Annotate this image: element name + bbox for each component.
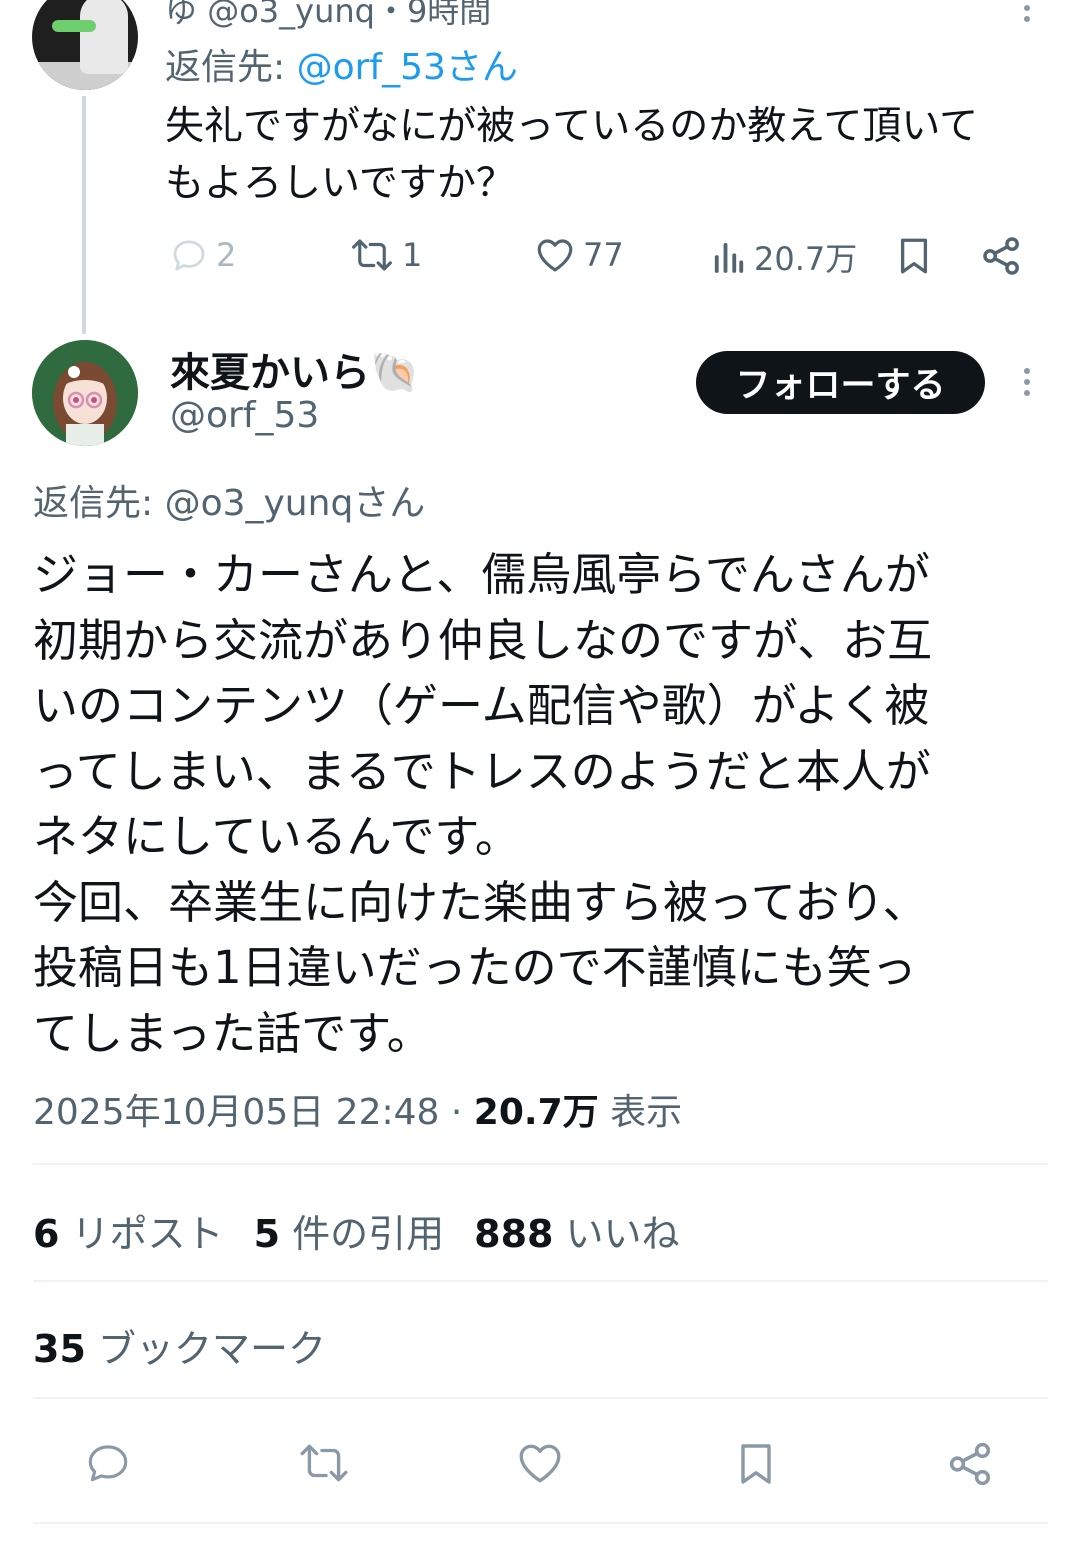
parent-time[interactable]: ・9時間	[375, 0, 491, 30]
likes-count: 888	[474, 1212, 554, 1256]
parent-tweet-text: 失礼ですがなにが被っているのか教えて頂いて もよろしいですか？	[165, 104, 979, 206]
bookmark-icon	[741, 1444, 771, 1484]
repost-icon	[300, 1444, 348, 1482]
author-handle[interactable]: @orf_53	[170, 395, 319, 436]
parent-like-button[interactable]: 77	[533, 234, 624, 276]
bookmarks-count: 35	[33, 1327, 86, 1371]
repost-button[interactable]	[296, 1438, 352, 1492]
share-icon	[983, 237, 1019, 275]
divider	[33, 1397, 1048, 1399]
share-button[interactable]	[946, 1438, 996, 1494]
tweet-timestamp[interactable]: 2025年10月05日 22:48	[33, 1092, 439, 1133]
reply-button[interactable]	[82, 1438, 134, 1492]
parent-repost-button[interactable]: 1	[348, 234, 422, 276]
quotes-label: 件の引用	[292, 1212, 445, 1256]
like-icon	[537, 239, 573, 272]
avatar-illustration	[32, 340, 138, 446]
quotes-count: 5	[253, 1212, 281, 1256]
parent-reply-to-handle[interactable]: @orf_53さん	[297, 47, 518, 88]
follow-button[interactable]: フォローする	[696, 351, 985, 414]
parent-reply-count: 2	[216, 236, 237, 274]
parent-tweet-header: ゆ @o3_yunq・9時間	[165, 0, 491, 32]
parent-share-button[interactable]	[980, 234, 1024, 282]
parent-views-count: 20.7万	[754, 240, 858, 278]
share-icon	[949, 1442, 991, 1486]
repost-icon	[352, 239, 392, 271]
bookmark-button[interactable]	[732, 1438, 780, 1494]
likes-label: いいね	[565, 1212, 680, 1256]
parent-views-button[interactable]: 20.7万	[710, 234, 857, 280]
divider	[33, 1280, 1048, 1282]
meta-separator: ·	[450, 1092, 463, 1133]
tweet-action-bar	[0, 1400, 1080, 1520]
parent-reply-to-label: 返信先:	[165, 47, 286, 88]
author-avatar[interactable]	[32, 340, 138, 446]
parent-repost-count: 1	[402, 236, 423, 274]
parent-name-emoji: ゆ	[165, 0, 198, 30]
reply-icon	[88, 1445, 128, 1482]
parent-more-icon[interactable]	[1023, 0, 1031, 22]
reply-icon	[173, 240, 205, 271]
author-name[interactable]: 來夏かいら🐚	[170, 340, 420, 398]
views-label: 表示	[610, 1092, 683, 1133]
reply-to-text: 返信先: @o3_yunqさん	[33, 483, 426, 524]
divider	[33, 1163, 1048, 1165]
bookmark-icon	[900, 238, 928, 274]
divider	[33, 1522, 1048, 1524]
reposts-count: 6	[33, 1212, 60, 1256]
parent-reply-to: 返信先: @orf_53さん	[165, 38, 518, 90]
engagement-stats: 6 リポスト 5 件の引用 888 いいね	[33, 1203, 680, 1258]
parent-like-count: 77	[583, 236, 624, 274]
parent-avatar[interactable]	[32, 0, 138, 90]
bookmarks-label: ブックマーク	[97, 1327, 326, 1371]
avatar-photo-figure	[80, 0, 128, 74]
tweet-text: ジョー・カーさんと、儒烏風亭らでんさんが 初期から交流があり仲良しなのですが、お…	[33, 548, 933, 1060]
shell-emoji: 🐚	[370, 350, 420, 396]
likes-stat[interactable]: 888 いいね	[474, 1212, 679, 1256]
thread-line	[82, 96, 86, 334]
quotes-stat[interactable]: 5 件の引用	[254, 1212, 445, 1256]
reposts-stat[interactable]: 6 リポスト	[33, 1212, 224, 1256]
avatar-photo-toy	[52, 20, 96, 32]
author-display-name: 來夏かいら	[170, 350, 370, 396]
views-count: 20.7万	[473, 1092, 599, 1133]
like-icon	[519, 1444, 561, 1483]
tweet-metadata: 2025年10月05日 22:48 · 20.7万 表示	[33, 1083, 682, 1135]
parent-handle[interactable]: @o3_yunq	[207, 0, 375, 30]
views-icon	[714, 242, 744, 273]
reposts-label: リポスト	[71, 1212, 224, 1256]
parent-bookmark-button[interactable]	[893, 234, 935, 282]
like-button[interactable]	[514, 1438, 566, 1492]
tweet-more-icon[interactable]	[1023, 368, 1031, 396]
bookmarks-stat[interactable]: 35 ブックマーク	[33, 1318, 326, 1373]
parent-reply-button[interactable]: 2	[168, 234, 236, 276]
